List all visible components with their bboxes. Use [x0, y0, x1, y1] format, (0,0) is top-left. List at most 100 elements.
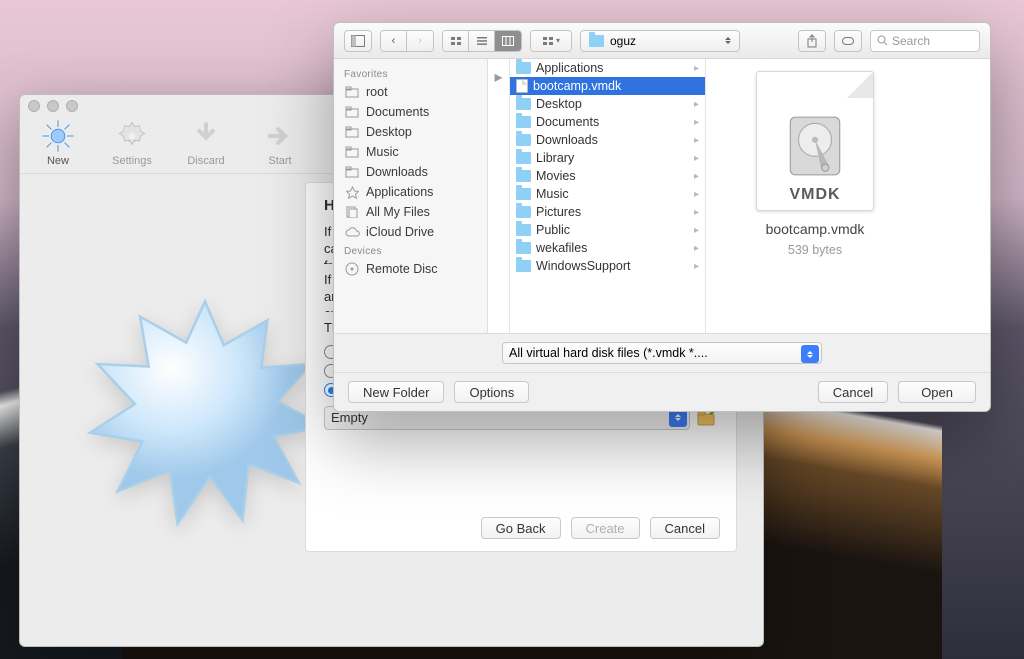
gear-icon — [115, 119, 149, 153]
page-fold-icon — [847, 72, 873, 98]
open-label: Open — [921, 385, 953, 400]
preview-filesize: 539 bytes — [788, 243, 842, 257]
file-row[interactable]: Library ▸ — [510, 149, 705, 167]
new-vm-button[interactable]: New — [32, 119, 84, 167]
chevron-right-icon: ▸ — [694, 207, 699, 218]
file-row[interactable]: bootcamp.vmdk — [510, 77, 705, 95]
preview-filename: bootcamp.vmdk — [766, 221, 865, 237]
sidebar-toggle-button[interactable] — [344, 30, 372, 52]
sidebar-item-remote-disc[interactable]: Remote Disc — [334, 259, 487, 279]
chevron-right-icon: ▸ — [694, 243, 699, 254]
location-value: oguz — [610, 34, 636, 48]
sidebar-icon — [344, 145, 360, 159]
sidebar-item-music[interactable]: Music — [334, 142, 487, 162]
discard-button[interactable]: Discard — [180, 119, 232, 167]
go-back-button[interactable]: Go Back — [481, 517, 561, 539]
picker-open-button[interactable]: Open — [898, 381, 976, 403]
start-button[interactable]: Start — [254, 119, 306, 167]
settings-label: Settings — [112, 155, 152, 167]
file-row[interactable]: WindowsSupport▸ — [510, 257, 705, 275]
file-row-label: Library — [536, 151, 574, 165]
open-file-dialog: ‹ › ▾ oguz Search Favorites — [333, 22, 991, 412]
file-row[interactable]: wekafiles▸ — [510, 239, 705, 257]
folder-icon — [516, 188, 531, 200]
chevron-right-icon: ▸ — [694, 171, 699, 182]
sidebar-item-downloads[interactable]: Downloads — [334, 162, 487, 182]
wizard-starburst-graphic — [80, 289, 330, 539]
sidebar-item-label: Desktop — [366, 125, 412, 139]
file-row-label: Documents — [536, 115, 599, 129]
file-row[interactable]: Movies▸ — [510, 167, 705, 185]
location-dropdown[interactable]: oguz — [580, 30, 740, 52]
folder-icon — [516, 260, 531, 272]
file-row[interactable]: Public▸ — [510, 221, 705, 239]
folder-icon — [516, 242, 531, 254]
sidebar-icon — [344, 225, 360, 239]
sidebar-icon — [344, 205, 360, 219]
file-row-label: bootcamp.vmdk — [533, 79, 621, 93]
start-label: Start — [268, 155, 291, 167]
document-icon — [516, 79, 528, 93]
sidebar-item-label: Music — [366, 145, 399, 159]
tags-button[interactable] — [834, 30, 862, 52]
window-minimize-button[interactable] — [47, 100, 59, 112]
new-folder-button[interactable]: New Folder — [348, 381, 444, 403]
chevron-right-icon: ▸ — [694, 261, 699, 272]
share-button[interactable] — [798, 30, 826, 52]
sidebar-item-all-my-files[interactable]: All My Files — [334, 202, 487, 222]
file-row[interactable]: Desktop▸ — [510, 95, 705, 113]
sidebar-heading-favorites: Favorites — [334, 65, 487, 82]
chevron-right-icon: ▸ — [694, 153, 699, 164]
chevron-right-icon: ▸ — [694, 117, 699, 128]
window-close-button[interactable] — [28, 100, 40, 112]
nav-back-forward: ‹ › — [380, 30, 434, 52]
folder-icon — [516, 134, 531, 146]
new-folder-label: New Folder — [363, 385, 429, 400]
chevron-right-icon: ▸ — [494, 67, 502, 87]
cancel-label: Cancel — [833, 385, 873, 400]
file-row[interactable]: Downloads ▸ — [510, 131, 705, 149]
view-icons-button[interactable] — [443, 31, 469, 51]
sidebar-item-label: iCloud Drive — [366, 225, 434, 239]
sidebar-item-label: Documents — [366, 105, 429, 119]
file-row[interactable]: Applications▸ — [510, 59, 705, 77]
file-preview-card: VMDK — [756, 71, 874, 211]
file-format-dropdown[interactable]: All virtual hard disk files (*.vmdk *...… — [502, 342, 822, 364]
settings-button[interactable]: Settings — [106, 119, 158, 167]
file-format-value: All virtual hard disk files (*.vmdk *...… — [509, 346, 708, 360]
chevron-right-icon: ▸ — [694, 135, 699, 146]
cancel-button[interactable]: Cancel — [650, 517, 720, 539]
sidebar-item-documents[interactable]: Documents — [334, 102, 487, 122]
picker-cancel-button[interactable]: Cancel — [818, 381, 888, 403]
search-field[interactable]: Search — [870, 30, 980, 52]
window-zoom-button[interactable] — [66, 100, 78, 112]
folder-icon — [516, 224, 531, 236]
options-button[interactable]: Options — [454, 381, 529, 403]
view-columns-button[interactable] — [495, 31, 521, 51]
sidebar-item-label: Downloads — [366, 165, 428, 179]
harddisk-icon — [784, 113, 846, 182]
view-list-button[interactable] — [469, 31, 495, 51]
sidebar-item-desktop[interactable]: Desktop — [334, 122, 487, 142]
file-row-label: Desktop — [536, 97, 582, 111]
sidebar-item-label: root — [366, 85, 388, 99]
nav-forward-button: › — [407, 31, 433, 51]
sidebar-item-label: Remote Disc — [366, 262, 438, 276]
file-row-label: Downloads — [536, 133, 598, 147]
folder-icon — [516, 152, 531, 164]
file-row[interactable]: Pictures▸ — [510, 203, 705, 221]
file-row[interactable]: Music▸ — [510, 185, 705, 203]
file-row[interactable]: Documents ▸ — [510, 113, 705, 131]
discard-arrow-icon — [189, 119, 223, 153]
sidebar-item-applications[interactable]: Applications — [334, 182, 487, 202]
folder-icon — [589, 35, 604, 47]
sidebar-item-icloud-drive[interactable]: iCloud Drive — [334, 222, 487, 242]
create-button: Create — [571, 517, 640, 539]
search-icon — [877, 35, 888, 46]
column-parent: ▸ — [488, 59, 510, 333]
group-dropdown[interactable]: ▾ — [530, 30, 572, 52]
chevron-updown-icon — [801, 345, 819, 363]
nav-back-button[interactable]: ‹ — [381, 31, 407, 51]
sidebar-item-root[interactable]: root — [334, 82, 487, 102]
start-arrow-icon — [263, 119, 297, 153]
